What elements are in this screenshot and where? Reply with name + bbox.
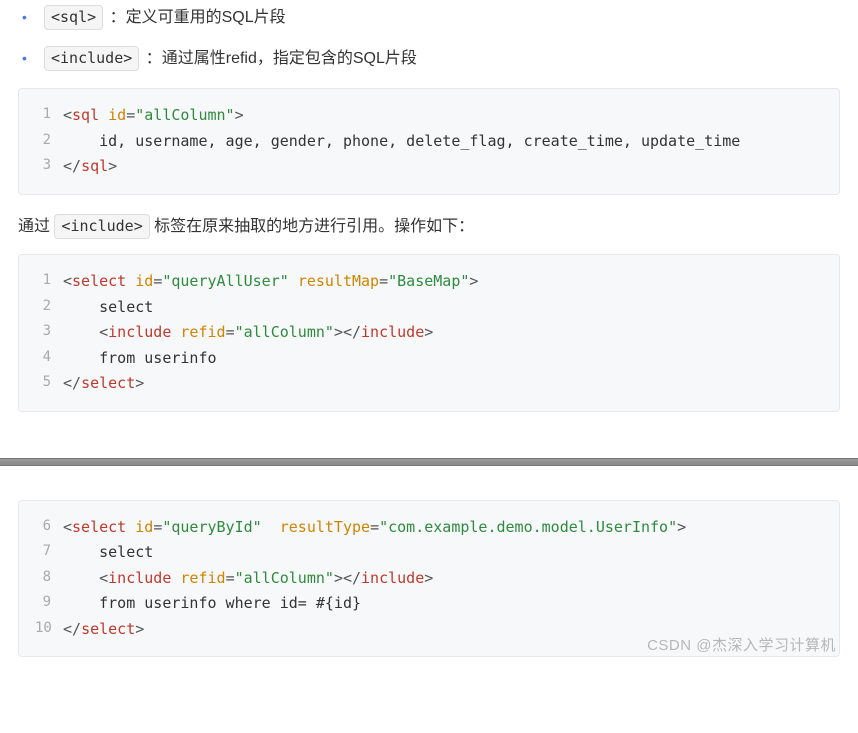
code-content: </sql> (63, 154, 827, 180)
bullet-desc: ：通过属性refid，指定包含的SQL片段 (146, 50, 417, 67)
code-content: from userinfo where id= #{id} (63, 591, 827, 617)
para-suffix: 标签在原来抽取的地方进行引用。操作如下： (150, 218, 474, 235)
line-number: 2 (35, 129, 63, 155)
code-content: <include refid="allColumn"></include> (63, 320, 827, 346)
code-line: 1<sql id="allColumn"> (35, 103, 827, 129)
code-line: 1<select id="queryAllUser" resultMap="Ba… (35, 269, 827, 295)
code-content: select (63, 540, 827, 566)
section-divider (0, 458, 858, 466)
code-line: 4 from userinfo (35, 346, 827, 372)
code-line: 5</select> (35, 371, 827, 397)
code-line: 3 <include refid="allColumn"></include> (35, 320, 827, 346)
code-line: 3</sql> (35, 154, 827, 180)
code-content: <sql id="allColumn"> (63, 103, 827, 129)
paragraph: 通过 <include> 标签在原来抽取的地方进行引用。操作如下： (18, 213, 840, 240)
line-number: 1 (35, 103, 63, 129)
code-line: 9 from userinfo where id= #{id} (35, 591, 827, 617)
para-prefix: 通过 (18, 218, 54, 235)
line-number: 10 (35, 617, 63, 643)
line-number: 2 (35, 295, 63, 321)
line-number: 7 (35, 540, 63, 566)
code-line: 7 select (35, 540, 827, 566)
code-content: select (63, 295, 827, 321)
bullet-desc: ：定义可重用的SQL片段 (110, 9, 286, 26)
line-number: 6 (35, 515, 63, 541)
line-number: 1 (35, 269, 63, 295)
code-content: <include refid="allColumn"></include> (63, 566, 827, 592)
article-content: <sql> ：定义可重用的SQL片段 <include> ：通过属性refid，… (0, 0, 858, 428)
code-block-2[interactable]: 1<select id="queryAllUser" resultMap="Ba… (18, 254, 840, 412)
code-chip: <sql> (44, 5, 103, 30)
code-content: <select id="queryAllUser" resultMap="Bas… (63, 269, 827, 295)
code-line: 10</select> (35, 617, 827, 643)
code-content: from userinfo (63, 346, 827, 372)
code-line: 2 select (35, 295, 827, 321)
code-line: 8 <include refid="allColumn"></include> (35, 566, 827, 592)
code-content: </select> (63, 371, 827, 397)
line-number: 5 (35, 371, 63, 397)
line-number: 3 (35, 154, 63, 180)
code-chip: <include> (44, 46, 139, 71)
code-content: id, username, age, gender, phone, delete… (63, 129, 827, 155)
bullet-item: <sql> ：定义可重用的SQL片段 (18, 4, 840, 31)
code-line: 2 id, username, age, gender, phone, dele… (35, 129, 827, 155)
line-number: 9 (35, 591, 63, 617)
bullet-list: <sql> ：定义可重用的SQL片段 <include> ：通过属性refid，… (18, 4, 840, 72)
bullet-item: <include> ：通过属性refid，指定包含的SQL片段 (18, 45, 840, 72)
code-content: </select> (63, 617, 827, 643)
code-chip: <include> (54, 214, 149, 239)
code-block-3[interactable]: 6<select id="queryById" resultType="com.… (18, 500, 840, 658)
line-number: 4 (35, 346, 63, 372)
code-content: <select id="queryById" resultType="com.e… (63, 515, 827, 541)
article-content: 6<select id="queryById" resultType="com.… (0, 500, 858, 674)
line-number: 8 (35, 566, 63, 592)
line-number: 3 (35, 320, 63, 346)
code-block-1[interactable]: 1<sql id="allColumn">2 id, username, age… (18, 88, 840, 195)
code-line: 6<select id="queryById" resultType="com.… (35, 515, 827, 541)
